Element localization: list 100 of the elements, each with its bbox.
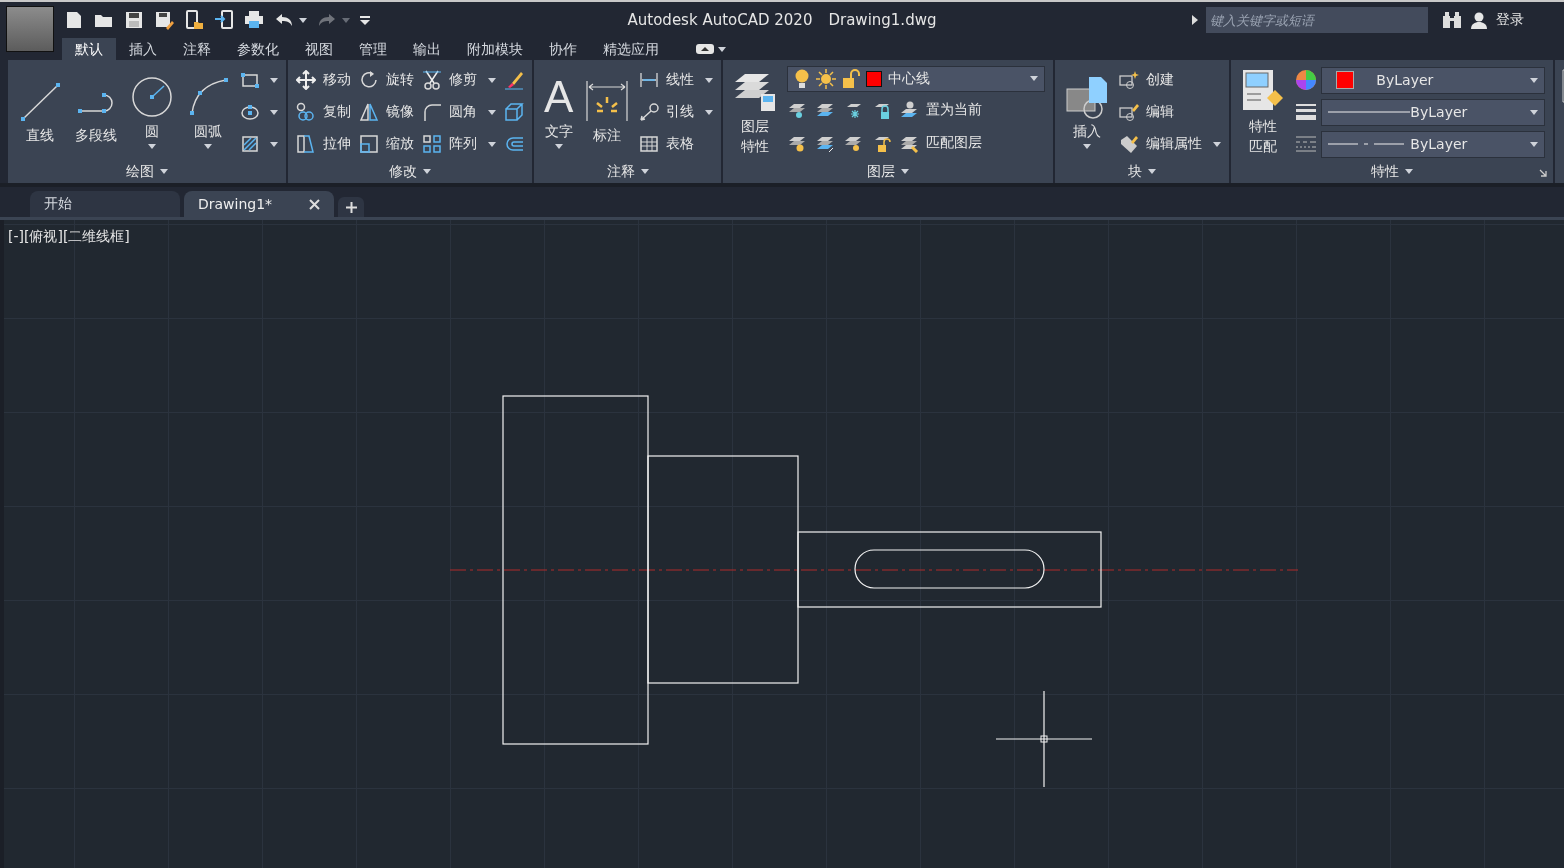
ribbon-tool-button[interactable]: 圆弧 bbox=[184, 73, 232, 151]
panel-title-button[interactable]: 块 bbox=[1128, 162, 1157, 181]
minimize-panel-icon bbox=[696, 44, 714, 54]
ellipse-icon bbox=[240, 102, 260, 122]
phone-folder-icon bbox=[184, 10, 204, 30]
ribbon-tool-button[interactable]: 线性 bbox=[639, 66, 714, 94]
leader-icon bbox=[639, 102, 660, 122]
corner-arrow-icon bbox=[1539, 169, 1548, 177]
padlock-open-icon bbox=[842, 68, 861, 89]
ribbon-tool-button[interactable]: 编辑属性 bbox=[1119, 130, 1222, 158]
ribbon-tool-button[interactable]: 旋转 bbox=[359, 66, 414, 94]
ribbon-tool-button[interactable]: 修剪 bbox=[422, 66, 496, 94]
file-name: Drawing1.dwg bbox=[828, 11, 937, 29]
caret-icon bbox=[488, 77, 496, 83]
caret-icon bbox=[1083, 144, 1092, 149]
customize-toolbar-button[interactable] bbox=[358, 13, 372, 27]
ribbon-tab[interactable]: 插入 bbox=[116, 38, 170, 60]
ribbon-tool-button[interactable]: 圆角 bbox=[422, 98, 496, 126]
property-dropdown[interactable]: ByLayer bbox=[1321, 66, 1546, 94]
caret-icon bbox=[488, 141, 496, 147]
floppy-disk-pencil-icon bbox=[154, 10, 174, 30]
ribbon-tab[interactable]: 附加模块 bbox=[454, 38, 536, 60]
two-circles-icon bbox=[296, 102, 316, 122]
menu-caret-icon bbox=[360, 15, 370, 25]
app-title: Autodesk AutoCAD 2020 bbox=[627, 11, 813, 29]
caret-icon bbox=[1148, 169, 1157, 174]
ribbon-tab[interactable]: 注释 bbox=[170, 38, 224, 60]
quick-access-button[interactable] bbox=[212, 8, 236, 32]
letter-icon: A bbox=[544, 75, 574, 119]
ribbon-tab[interactable]: 协作 bbox=[536, 38, 590, 60]
panel-title-button[interactable]: 特性 bbox=[1371, 162, 1414, 181]
ribbon-tool-button[interactable]: 表格 bbox=[639, 130, 714, 158]
document-tab[interactable]: Drawing1* bbox=[184, 191, 334, 217]
caret-icon bbox=[1213, 141, 1222, 147]
panel-title-button[interactable]: 绘图 bbox=[126, 162, 168, 181]
caret-icon bbox=[270, 109, 278, 115]
ribbon-tool-button[interactable]: 多段线 bbox=[72, 77, 120, 147]
caret-icon bbox=[1530, 77, 1539, 83]
solid-line-icon bbox=[1328, 110, 1411, 114]
lightbulb-icon bbox=[794, 68, 811, 89]
grid-array-icon bbox=[422, 134, 442, 154]
property-dropdown[interactable]: ByLayer bbox=[1321, 98, 1546, 126]
ribbon-tab[interactable]: 默认 bbox=[62, 38, 116, 60]
ribbon-tool-button[interactable]: 移动 bbox=[296, 66, 351, 94]
ribbon-tool-button[interactable]: 复制 bbox=[296, 98, 351, 126]
ribbon-tool-button[interactable]: 置为当前 bbox=[899, 96, 983, 124]
expand-triangle-icon bbox=[1192, 15, 1198, 25]
ribbon-tool-button[interactable]: 特性匹配 bbox=[1239, 66, 1288, 158]
ribbon-tool-button[interactable]: 匹配图层 bbox=[899, 129, 983, 158]
new-tab-button[interactable] bbox=[338, 197, 364, 217]
eraser-icon bbox=[504, 70, 524, 90]
tag-pencil-icon bbox=[1119, 134, 1140, 154]
caret-icon bbox=[488, 109, 496, 115]
drawing-canvas[interactable]: [-][俯视][二维线框] bbox=[4, 220, 1564, 868]
ribbon-tool-button[interactable]: 图层特性 bbox=[731, 66, 780, 158]
close-icon bbox=[309, 198, 320, 210]
block-star-icon bbox=[1119, 70, 1140, 90]
ribbon-tab[interactable]: 精选应用 bbox=[590, 38, 672, 60]
sign-in-button[interactable]: 登录 bbox=[1470, 11, 1524, 29]
panel-title-button[interactable]: 注释 bbox=[606, 162, 649, 181]
ribbon-tool-button[interactable]: 镜像 bbox=[359, 98, 414, 126]
caret-icon bbox=[705, 109, 714, 115]
ribbon-tool-button[interactable]: 直线 bbox=[16, 77, 64, 147]
application-menu-button[interactable] bbox=[6, 6, 54, 52]
ribbon-tool-button[interactable]: 拉伸 bbox=[296, 130, 351, 158]
ribbon-tab[interactable]: 管理 bbox=[346, 38, 400, 60]
caret-icon bbox=[423, 169, 431, 174]
ribbon-tool-button[interactable]: 标注 bbox=[583, 77, 632, 147]
cube-icon bbox=[504, 102, 524, 122]
caret-icon bbox=[270, 141, 278, 147]
ribbon-tool-button[interactable]: 缩放 bbox=[359, 130, 414, 158]
property-dropdown[interactable]: ByLayer bbox=[1321, 130, 1546, 158]
hatch-icon bbox=[240, 134, 260, 154]
ribbon-tool-button[interactable]: A 文字 bbox=[542, 73, 576, 151]
mirror-triangles-icon bbox=[359, 102, 379, 122]
ribbon-tool-button[interactable]: 编辑 bbox=[1119, 98, 1222, 126]
document-tab[interactable]: 开始 bbox=[30, 191, 180, 217]
ribbon-tab[interactable]: 视图 bbox=[292, 38, 346, 60]
panel-title-button[interactable]: 图层 bbox=[867, 162, 910, 181]
viewport-controls-label[interactable]: [-][俯视][二维线框] bbox=[8, 228, 130, 246]
layer-dropdown[interactable]: 中心线 bbox=[787, 65, 1046, 92]
rotate-arrow-icon bbox=[359, 70, 379, 90]
printer-icon bbox=[244, 10, 264, 30]
sun-icon bbox=[816, 68, 837, 89]
ribbon-tool-button[interactable]: 插入 bbox=[1063, 73, 1112, 151]
panel-title-button[interactable]: 修改 bbox=[389, 162, 431, 181]
dimension-icon bbox=[585, 79, 630, 123]
caret-icon bbox=[148, 144, 156, 149]
ribbon-tool-button[interactable]: 引线 bbox=[639, 98, 714, 126]
phone-arrow-icon bbox=[214, 10, 234, 30]
ribbon-tool-button[interactable]: 阵列 bbox=[422, 130, 496, 158]
ribbon-tab[interactable]: 参数化 bbox=[224, 38, 292, 60]
binoculars-icon bbox=[1442, 11, 1462, 29]
offset-arcs-icon bbox=[504, 134, 524, 154]
ribbon-tool-button[interactable]: 创建 bbox=[1119, 66, 1222, 94]
search-field[interactable]: 键入关键字或短语 bbox=[1206, 7, 1428, 33]
rectangle-icon bbox=[240, 70, 260, 90]
ribbon-tab[interactable]: 输出 bbox=[400, 38, 454, 60]
crosshair-cursor-icon bbox=[995, 690, 1093, 788]
ribbon-tool-button[interactable]: 圆 bbox=[128, 73, 176, 151]
